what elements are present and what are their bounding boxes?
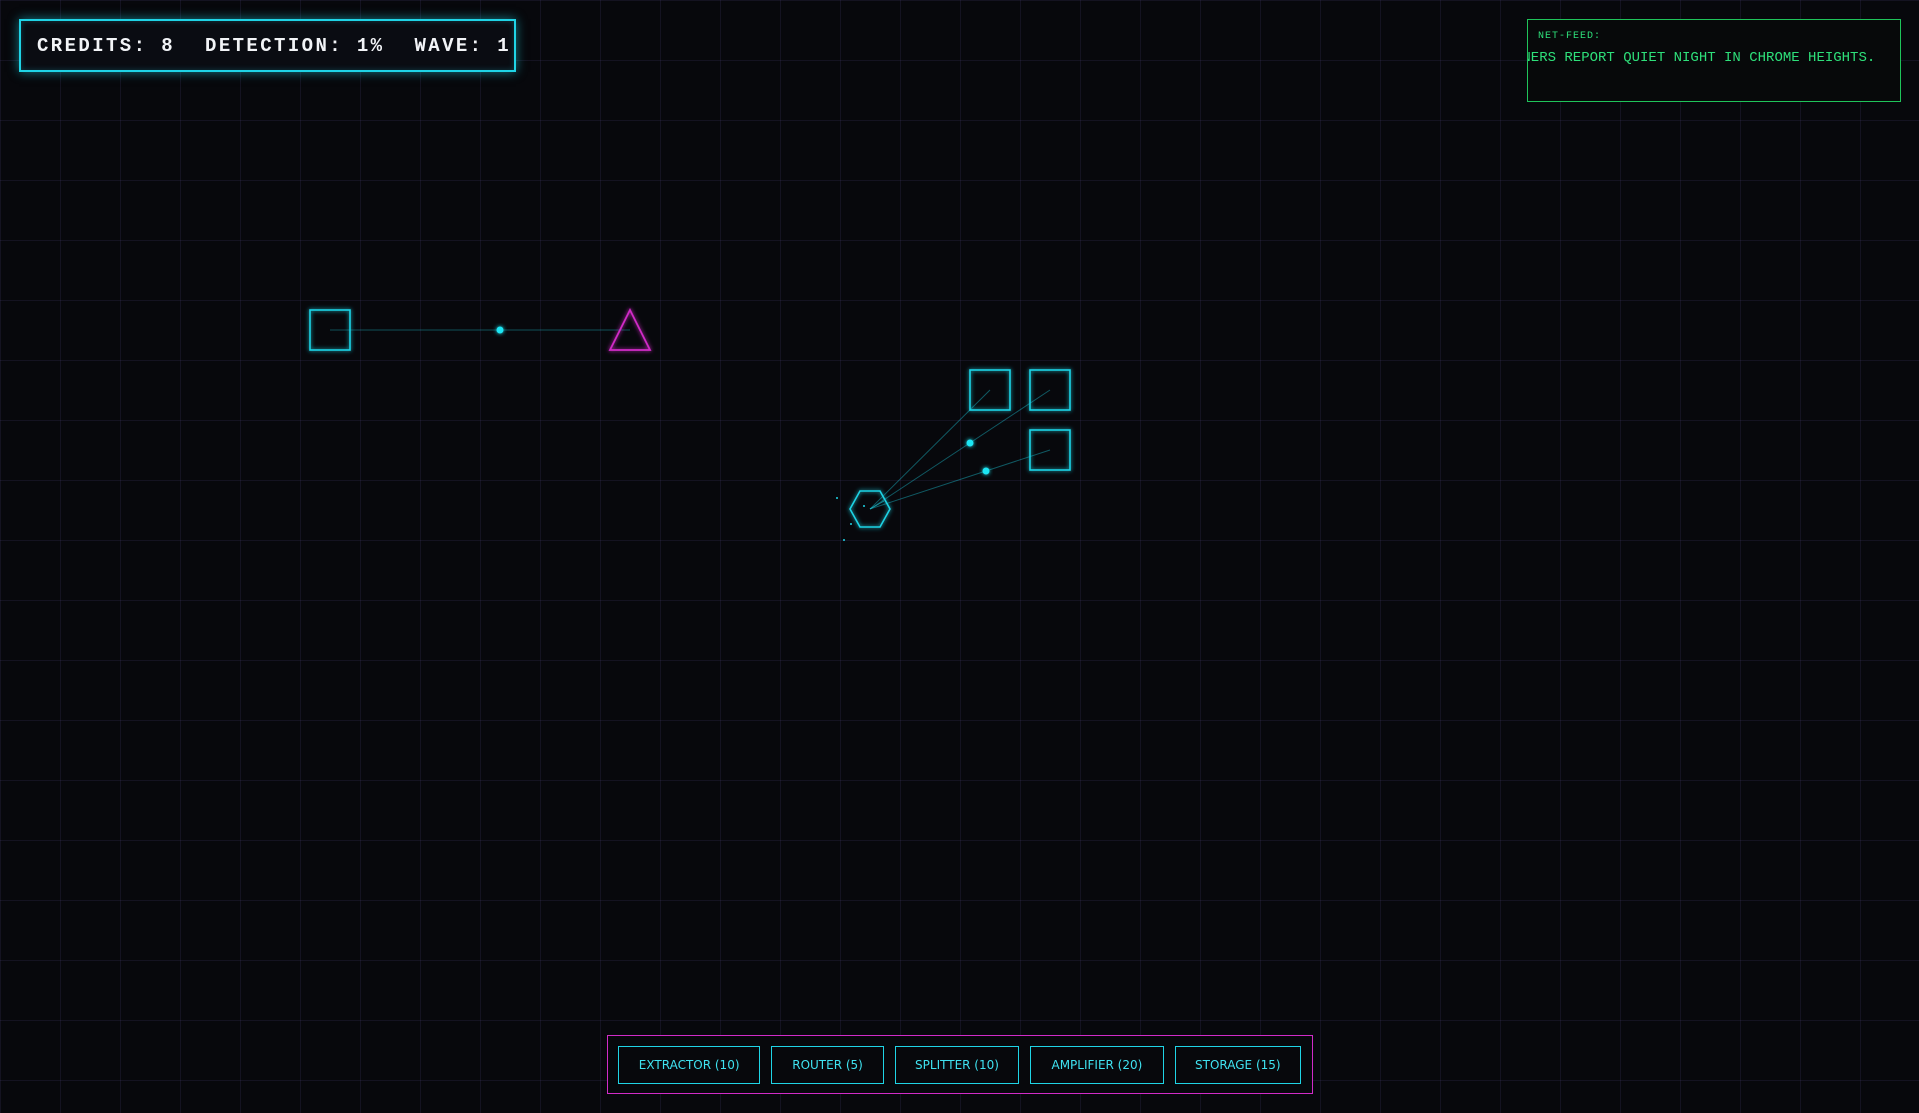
game-grid[interactable]	[0, 0, 1919, 1113]
data-packet	[496, 326, 504, 334]
net-feed-title: NET-FEED:	[1538, 31, 1602, 42]
credits-stat: CREDITS: 8	[37, 34, 176, 57]
build-storage-button[interactable]: STORAGE (15)	[1174, 1045, 1301, 1084]
data-link	[869, 389, 991, 510]
wave-stat: WAVE: 1	[414, 34, 512, 57]
spark-particle	[850, 523, 852, 525]
data-packet	[982, 467, 990, 475]
data-link	[869, 389, 1051, 510]
game-field[interactable]	[0, 0, 1919, 1113]
build-amplifier-button[interactable]: AMPLIFIER (20)	[1030, 1045, 1164, 1084]
data-packet	[966, 439, 974, 447]
net-feed-ticker: NNERS REPORT QUIET NIGHT IN CHROME HEIGH…	[1527, 50, 1876, 66]
data-link	[869, 449, 1051, 510]
spark-particle	[843, 539, 845, 541]
spark-particle	[836, 497, 838, 499]
spark-particle	[863, 505, 865, 507]
build-extractor-button[interactable]: EXTRACTOR (10)	[618, 1045, 761, 1084]
net-feed-panel: NET-FEED: NNERS REPORT QUIET NIGHT IN CH…	[1527, 19, 1901, 102]
build-router-button[interactable]: ROUTER (5)	[771, 1045, 884, 1084]
build-toolbar: EXTRACTOR (10) ROUTER (5) SPLITTER (10) …	[607, 1035, 1313, 1094]
stats-hud: CREDITS: 8 DETECTION: 1% WAVE: 1	[19, 19, 516, 72]
build-splitter-button[interactable]: SPLITTER (10)	[894, 1045, 1020, 1084]
detection-stat: DETECTION: 1%	[205, 34, 385, 57]
